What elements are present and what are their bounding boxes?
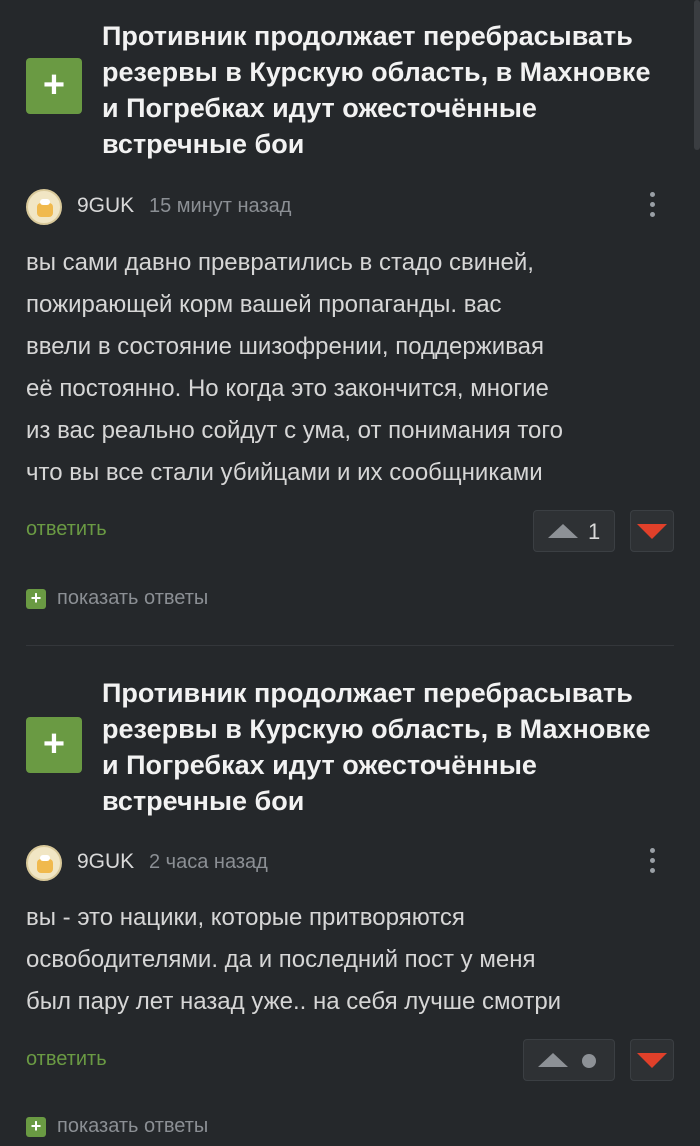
post-header: + Противник продолжает перебрасывать рез… (0, 657, 700, 816)
comment-meta: 9GUK 2 часа назад (0, 845, 700, 885)
post-title[interactable]: Противник продолжает перебрасывать резер… (102, 18, 672, 162)
expand-post-button[interactable]: + (26, 58, 82, 114)
downvote-icon (637, 524, 667, 539)
post-header: + Противник продолжает перебрасывать рез… (0, 0, 700, 159)
neutral-dot-icon (582, 1054, 596, 1068)
downvote-button[interactable] (630, 1039, 674, 1081)
avatar[interactable] (26, 189, 62, 225)
downvote-icon (637, 1053, 667, 1068)
more-vertical-icon[interactable] (644, 845, 660, 881)
upvote-button[interactable]: 1 (533, 510, 615, 552)
rating-count: 1 (588, 519, 601, 544)
comment-time: 15 минут назад (149, 195, 292, 217)
username[interactable]: 9GUK (77, 850, 134, 874)
comment-line: её постоянно. Но когда это закончится, м… (26, 375, 549, 402)
comment-line: вы сами давно превратились в стадо свине… (26, 249, 534, 276)
plus-icon: + (26, 1117, 46, 1137)
show-replies-label: показать ответы (57, 1115, 209, 1137)
comment-line: что вы все стали убийцами и их сообщника… (26, 459, 543, 486)
comment-block: + Противник продолжает перебрасывать рез… (0, 657, 700, 1137)
comment-text: вы сами давно превратились в стадо свине… (26, 242, 676, 494)
expand-post-button[interactable]: + (26, 717, 82, 773)
comment-line: из вас реально сойдут с ума, от понимани… (26, 417, 563, 444)
upvote-button[interactable] (523, 1039, 615, 1081)
plus-icon: + (42, 63, 66, 106)
comment-line: был пару лет назад уже.. на себя лучше с… (26, 988, 562, 1015)
comment-line: пожирающей корм вашей пропаганды. вас (26, 291, 502, 318)
username[interactable]: 9GUK (77, 194, 134, 218)
show-replies-label: показать ответы (57, 587, 209, 609)
comment-block: + Противник продолжает перебрасывать рез… (0, 0, 700, 646)
comment-text: вы - это нацики, которые притворяются ос… (26, 897, 676, 1023)
comment-meta: 9GUK 15 минут назад (0, 189, 700, 229)
comment-line: вы - это нацики, которые притворяются (26, 904, 465, 931)
divider (26, 645, 674, 646)
comment-line: ввели в состояние шизофрении, поддержива… (26, 333, 545, 360)
plus-icon: + (26, 589, 46, 609)
more-vertical-icon[interactable] (644, 189, 660, 225)
comment-time: 2 часа назад (149, 851, 268, 873)
post-title[interactable]: Противник продолжает перебрасывать резер… (102, 675, 672, 819)
comment-line: освободителями. да и последний пост у ме… (26, 946, 536, 973)
reply-link[interactable]: ответить (26, 1048, 107, 1071)
avatar[interactable] (26, 845, 62, 881)
downvote-button[interactable] (630, 510, 674, 552)
reply-link[interactable]: ответить (26, 518, 107, 541)
plus-icon: + (42, 722, 66, 765)
upvote-icon (538, 1053, 568, 1067)
upvote-icon (548, 524, 578, 538)
